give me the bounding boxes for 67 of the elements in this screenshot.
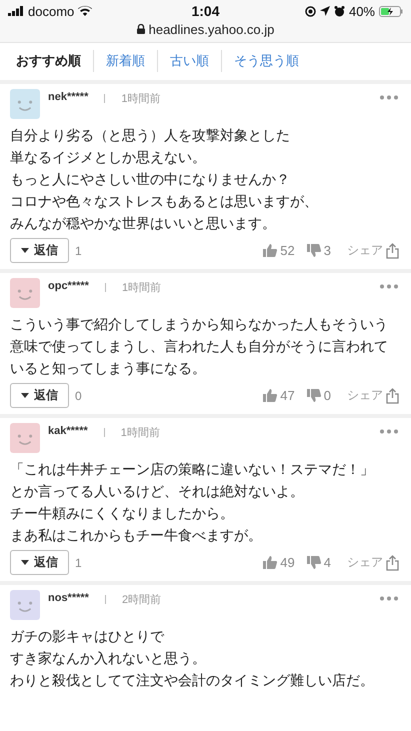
thumbs-down-icon xyxy=(306,244,321,257)
thumbs-down-icon xyxy=(306,389,321,402)
user-name[interactable]: nek***** xyxy=(48,91,88,103)
location-arrow-icon xyxy=(320,6,330,16)
reply-button[interactable]: 返信 xyxy=(10,550,69,575)
reply-count: 1 xyxy=(75,244,82,258)
like-button[interactable]: 52 xyxy=(257,243,301,258)
lock-icon xyxy=(136,24,145,34)
caret-icon xyxy=(21,393,29,398)
share-icon xyxy=(386,554,399,570)
thumbs-up-icon xyxy=(263,556,278,569)
comment-text: まあ私はこれからもチー牛食べますが。 xyxy=(10,526,263,545)
comment-text: みんなが穏やかな世界はいいと思います。 xyxy=(10,214,277,233)
battery-charging-icon xyxy=(379,6,403,16)
post-time: 2時間前 xyxy=(122,593,162,607)
user-name[interactable]: opc***** xyxy=(48,280,89,292)
more-options-icon[interactable] xyxy=(379,596,399,601)
comment-text: わりと殺伐としてて注文や会計のタイミング難しい店だ。 xyxy=(10,671,375,690)
battery-percent: 40% xyxy=(348,4,375,18)
carrier-name: docomo xyxy=(28,4,74,18)
more-options-icon[interactable] xyxy=(379,95,399,100)
comment-text: もっと人にやさしい世の中になりませんか？ xyxy=(10,170,291,189)
share-button[interactable]: シェア xyxy=(337,554,399,571)
user-name[interactable]: kak***** xyxy=(48,425,88,437)
more-options-icon[interactable] xyxy=(379,284,399,289)
thumbs-up-icon xyxy=(263,389,278,402)
more-options-icon[interactable] xyxy=(379,429,399,434)
reply-button[interactable]: 返信 xyxy=(10,238,69,263)
comment-text: ガチの影キャはひとりで xyxy=(10,627,166,646)
comment-text: 単なるイジメとしか思えない。 xyxy=(10,148,207,167)
caret-icon xyxy=(21,248,29,253)
share-icon xyxy=(386,388,399,404)
thumbs-up-icon xyxy=(263,244,278,257)
comment-text: コロナや色々なストレスもあるとは思いますが、 xyxy=(10,192,319,211)
user-name[interactable]: nos***** xyxy=(48,592,89,604)
alarm-clock-icon xyxy=(334,6,345,16)
reply-button[interactable]: 返信 xyxy=(10,383,69,408)
share-button[interactable]: シェア xyxy=(337,387,399,404)
post-time: 1時間前 xyxy=(120,426,160,440)
share-icon xyxy=(386,242,399,258)
signal-icon xyxy=(8,6,24,16)
sort-tab[interactable]: 古い順 xyxy=(157,50,221,72)
wifi-icon xyxy=(78,6,92,16)
post-time: 1時間前 xyxy=(122,281,162,295)
sort-tab[interactable]: そう思う順 xyxy=(221,50,311,72)
comment-text: 自分より劣る（と思う）人を攻撃対象とした xyxy=(10,126,291,145)
reply-count: 0 xyxy=(75,388,82,402)
url-text[interactable]: headlines.yahoo.co.jp xyxy=(148,22,274,36)
sort-tab[interactable]: 新着順 xyxy=(93,50,157,72)
dislike-button[interactable]: 0 xyxy=(300,388,337,403)
comment-text: とか言ってる人いるけど、それは絶対ないよ。 xyxy=(10,482,305,501)
thumbs-down-icon xyxy=(306,556,321,569)
caret-icon xyxy=(21,560,29,565)
dislike-button[interactable]: 3 xyxy=(300,243,337,258)
comment-text: すき家なんか入れないと思う。 xyxy=(10,649,207,668)
dislike-button[interactable]: 4 xyxy=(300,555,337,570)
share-button[interactable]: シェア xyxy=(337,242,399,259)
clock-time: 1:04 xyxy=(191,3,220,19)
reply-count: 1 xyxy=(75,556,82,570)
comment-text: 「これは牛丼チェーン店の策略に違いない！ステマだ！」 xyxy=(10,460,375,479)
post-time: 1時間前 xyxy=(121,92,160,106)
comment-text: こういう事で紹介してしまうから知らなかった人もそういう意味で使ってしまうし、言われた人も自分がそうに言われていると知ってしまう事になる。 xyxy=(10,315,389,378)
comment-text: チー牛頼みにくくなりましたから。 xyxy=(10,504,235,523)
like-button[interactable]: 49 xyxy=(257,555,301,570)
sort-tab[interactable]: おすすめ順 xyxy=(4,50,93,72)
like-button[interactable]: 47 xyxy=(257,388,301,403)
rotation-lock-icon xyxy=(304,6,316,16)
